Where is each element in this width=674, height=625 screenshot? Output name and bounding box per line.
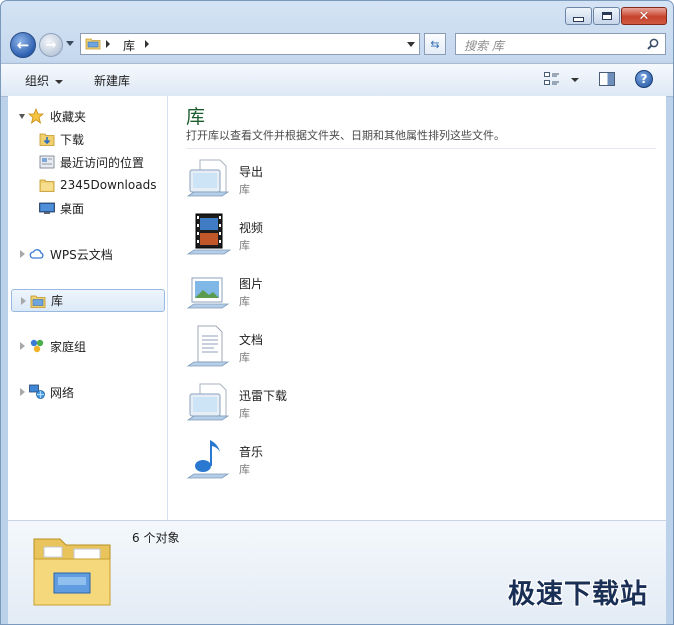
minimize-button[interactable] xyxy=(565,7,592,25)
tree-label: 最近访问的位置 xyxy=(60,155,145,170)
library-folder-icon xyxy=(30,295,46,308)
new-library-button[interactable]: 新建库 xyxy=(94,72,130,89)
forward-arrow-icon: → xyxy=(45,37,57,53)
minimize-icon xyxy=(573,16,584,22)
expand-arrow-icon[interactable] xyxy=(20,388,25,396)
tree-network[interactable]: 网络 xyxy=(8,382,165,402)
explorer-window: ✕ ← → 库 ⇆ 搜索 库 组织 新建库 ? 收藏夹 下载 最近访问的位置 2… xyxy=(0,0,674,625)
cloud-icon xyxy=(29,249,44,259)
search-input[interactable]: 搜索 库 xyxy=(464,37,504,54)
tree-label: 2345Downloads xyxy=(60,178,157,192)
navigation-pane: 收藏夹 下载 最近访问的位置 2345Downloads 桌面 WPS云文档 库… xyxy=(8,96,168,520)
tree-libraries[interactable]: 库 xyxy=(11,289,165,312)
folder-icon xyxy=(39,179,55,192)
library-type: 库 xyxy=(239,183,250,196)
library-name: 视频 xyxy=(239,221,264,235)
library-item-export[interactable]: 导出 库 xyxy=(186,156,386,206)
help-icon[interactable]: ? xyxy=(635,70,653,88)
forward-button[interactable]: → xyxy=(39,33,63,57)
library-item-documents[interactable]: 文档 库 xyxy=(186,324,386,374)
library-item-xunlei-downloads[interactable]: 迅雷下载 库 xyxy=(186,380,386,430)
tree-item-downloads[interactable]: 下载 xyxy=(8,129,165,149)
organize-button[interactable]: 组织 xyxy=(25,72,64,89)
homegroup-icon xyxy=(30,339,44,353)
details-pane: 6 个对象 极速下载站 xyxy=(8,520,666,624)
tree-favorites[interactable]: 收藏夹 xyxy=(8,106,165,126)
library-item-videos[interactable]: 视频 库 xyxy=(186,212,386,262)
expand-arrow-icon[interactable] xyxy=(20,250,25,258)
tree-label: 网络 xyxy=(50,385,75,400)
library-item-music[interactable]: 音乐 库 xyxy=(186,436,386,486)
page-title: 库 xyxy=(186,106,206,128)
generic-library-icon xyxy=(186,383,230,421)
library-type: 库 xyxy=(239,351,250,364)
library-name: 音乐 xyxy=(239,445,264,459)
recent-pages-dropdown[interactable] xyxy=(66,41,74,46)
library-item-pictures[interactable]: 图片 库 xyxy=(186,268,386,318)
library-name: 导出 xyxy=(239,165,264,179)
expand-arrow-icon[interactable] xyxy=(21,297,26,305)
back-arrow-icon: ← xyxy=(16,36,30,54)
desktop-icon xyxy=(39,202,55,214)
tree-homegroup[interactable]: 家庭组 xyxy=(8,336,165,356)
tree-item-desktop[interactable]: 桌面 xyxy=(8,198,165,218)
video-library-icon xyxy=(186,213,232,255)
preview-pane-icon[interactable] xyxy=(599,72,615,86)
maximize-button[interactable] xyxy=(593,7,620,25)
breadcrumb-separator-icon[interactable] xyxy=(106,40,110,48)
tree-item-recent-places[interactable]: 最近访问的位置 xyxy=(8,152,165,172)
library-folder-icon xyxy=(85,38,101,50)
close-icon: ✕ xyxy=(638,8,650,24)
search-box[interactable]: 搜索 库 xyxy=(455,33,666,55)
library-name: 迅雷下载 xyxy=(239,389,288,403)
star-icon xyxy=(28,108,44,124)
documents-library-icon xyxy=(186,325,230,367)
breadcrumb-library[interactable]: 库 xyxy=(123,37,135,54)
library-type: 库 xyxy=(239,407,250,420)
tree-label: 桌面 xyxy=(60,201,85,216)
library-type: 库 xyxy=(239,463,250,476)
refresh-icon: ⇆ xyxy=(430,37,440,51)
tree-item-2345downloads[interactable]: 2345Downloads xyxy=(8,175,165,195)
library-type: 库 xyxy=(239,295,250,308)
change-view-icon[interactable] xyxy=(544,72,560,86)
item-count: 6 个对象 xyxy=(132,531,180,545)
library-type: 库 xyxy=(239,239,250,252)
music-library-icon xyxy=(186,440,230,479)
library-name: 图片 xyxy=(239,277,264,291)
tree-label: 收藏夹 xyxy=(50,109,87,124)
back-button[interactable]: ← xyxy=(10,32,36,58)
command-toolbar: 组织 新建库 ? xyxy=(1,63,673,97)
divider xyxy=(186,148,656,149)
address-history-dropdown-icon[interactable] xyxy=(407,42,415,47)
caption-buttons: ✕ xyxy=(564,7,667,25)
navigation-bar: ← → 库 ⇆ 搜索 库 xyxy=(10,32,666,58)
pictures-library-icon xyxy=(186,277,230,309)
network-icon xyxy=(29,384,45,399)
tree-wps-cloud[interactable]: WPS云文档 xyxy=(8,244,165,264)
chevron-down-icon xyxy=(55,79,64,84)
maximize-icon xyxy=(601,12,612,20)
search-icon[interactable] xyxy=(647,38,659,50)
address-bar[interactable]: 库 xyxy=(80,33,420,55)
recent-places-icon xyxy=(39,155,55,169)
tree-label: WPS云文档 xyxy=(50,247,113,262)
library-folder-icon xyxy=(33,538,111,606)
expand-arrow-icon[interactable] xyxy=(20,342,25,350)
download-folder-icon xyxy=(39,133,55,146)
tree-label: 家庭组 xyxy=(50,339,87,354)
tree-label: 库 xyxy=(51,294,64,308)
tree-label: 下载 xyxy=(60,132,85,147)
breadcrumb-separator-icon[interactable] xyxy=(145,40,149,48)
close-button[interactable]: ✕ xyxy=(621,7,667,25)
library-content-pane: 库 打开库以查看文件并根据文件夹、日期和其他属性排列这些文件。 导出 库 视频 … xyxy=(168,96,666,520)
refresh-button[interactable]: ⇆ xyxy=(424,33,446,55)
library-name: 文档 xyxy=(239,333,264,347)
organize-label: 组织 xyxy=(25,74,50,88)
view-options-dropdown-icon[interactable] xyxy=(571,78,579,82)
page-description: 打开库以查看文件并根据文件夹、日期和其他属性排列这些文件。 xyxy=(186,129,505,142)
generic-library-icon xyxy=(186,159,230,197)
expand-arrow-icon[interactable] xyxy=(19,114,25,119)
watermark: 极速下载站 xyxy=(508,579,648,610)
